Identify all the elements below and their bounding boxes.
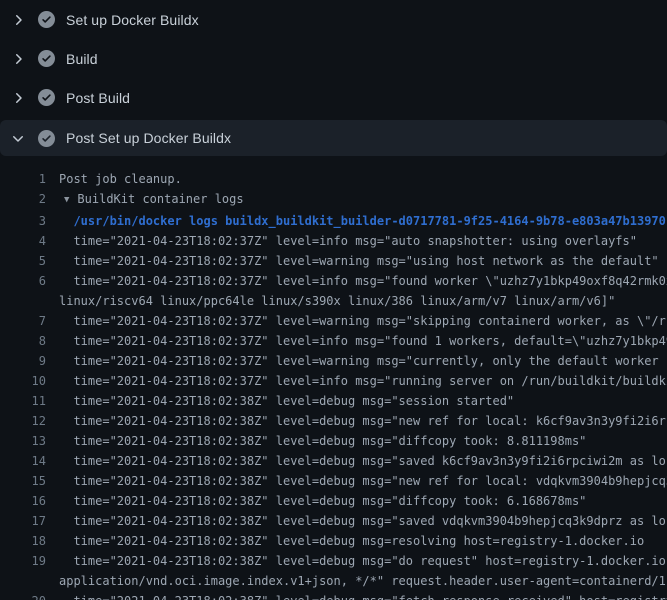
log-line: 6 time="2021-04-23T18:02:37Z" level=info… [0, 271, 667, 311]
log-line-text: time="2021-04-23T18:02:38Z" level=debug … [59, 491, 586, 511]
log-line: 7 time="2021-04-23T18:02:37Z" level=warn… [0, 311, 667, 331]
log-line-number[interactable]: 10 [0, 371, 46, 391]
log-line: 8 time="2021-04-23T18:02:37Z" level=info… [0, 331, 667, 351]
log-line-text: Post job cleanup. [59, 169, 182, 189]
log-line-number[interactable]: 9 [0, 351, 46, 371]
log-line-number[interactable]: 11 [0, 391, 46, 411]
log-line: 16 time="2021-04-23T18:02:38Z" level=deb… [0, 491, 667, 511]
log-line: 4 time="2021-04-23T18:02:37Z" level=info… [0, 231, 667, 251]
log-line-text: time="2021-04-23T18:02:37Z" level=warnin… [59, 311, 667, 331]
log-line-number[interactable]: 15 [0, 471, 46, 491]
log-line-text: time="2021-04-23T18:02:38Z" level=debug … [59, 431, 586, 451]
step-label: Build [66, 51, 98, 67]
log-line-text: time="2021-04-23T18:02:38Z" level=debug … [59, 531, 644, 551]
chevron-down-icon[interactable] [10, 130, 26, 146]
log-line-number[interactable]: 7 [0, 311, 46, 331]
log-line: 3 /usr/bin/docker logs buildx_buildkit_b… [0, 211, 667, 231]
log-line-text: time="2021-04-23T18:02:37Z" level=info m… [59, 331, 667, 351]
log-line-number[interactable]: 17 [0, 511, 46, 531]
log-line-text: time="2021-04-23T18:02:38Z" level=debug … [59, 471, 667, 491]
log-line: 18 time="2021-04-23T18:02:38Z" level=deb… [0, 531, 667, 551]
log-line-number[interactable]: 6 [0, 271, 46, 311]
log-line: 13 time="2021-04-23T18:02:38Z" level=deb… [0, 431, 667, 451]
log-line-text: /usr/bin/docker logs buildx_buildkit_bui… [59, 211, 666, 231]
log-line-text: time="2021-04-23T18:02:38Z" level=debug … [59, 511, 667, 531]
log-line: 2 ▼BuildKit container logs [0, 189, 667, 211]
log-line-number[interactable]: 18 [0, 531, 46, 551]
log-line-number[interactable]: 4 [0, 231, 46, 251]
log-line: 11 time="2021-04-23T18:02:38Z" level=deb… [0, 391, 667, 411]
step-label: Post Build [66, 90, 130, 106]
log-line: 20 time="2021-04-23T18:02:38Z" level=deb… [0, 591, 667, 600]
log-line-text: time="2021-04-23T18:02:37Z" level=info m… [59, 371, 667, 391]
log-line: 17 time="2021-04-23T18:02:38Z" level=deb… [0, 511, 667, 531]
step-row[interactable]: Post Set up Docker Buildx [0, 120, 667, 156]
log-line: 5 time="2021-04-23T18:02:37Z" level=warn… [0, 251, 667, 271]
log-line-number[interactable]: 20 [0, 591, 46, 600]
chevron-right-icon[interactable] [10, 12, 26, 28]
group-toggle-icon[interactable]: ▼ [64, 190, 69, 210]
log-line: 1 Post job cleanup. [0, 169, 667, 189]
log-line-number[interactable]: 8 [0, 331, 46, 351]
log-line-text: time="2021-04-23T18:02:38Z" level=debug … [59, 451, 667, 471]
step-row[interactable]: Build [0, 39, 667, 78]
log-viewer[interactable]: 1 Post job cleanup. 2 ▼BuildKit containe… [0, 156, 667, 600]
log-line-text: time="2021-04-23T18:02:38Z" level=debug … [59, 591, 667, 600]
step-row[interactable]: Set up Docker Buildx [0, 0, 667, 39]
log-line-number[interactable]: 19 [0, 551, 46, 591]
log-line: 10 time="2021-04-23T18:02:37Z" level=inf… [0, 371, 667, 391]
log-line: 15 time="2021-04-23T18:02:38Z" level=deb… [0, 471, 667, 491]
log-line: 9 time="2021-04-23T18:02:37Z" level=warn… [0, 351, 667, 371]
log-line-text: time="2021-04-23T18:02:38Z" level=debug … [59, 411, 667, 431]
log-line-text: time="2021-04-23T18:02:38Z" level=debug … [59, 551, 667, 591]
log-line-text: ▼BuildKit container logs [59, 189, 244, 211]
log-line-text: time="2021-04-23T18:02:37Z" level=info m… [59, 271, 667, 311]
check-circle-icon [38, 89, 55, 106]
chevron-right-icon[interactable] [10, 51, 26, 67]
log-line-number[interactable]: 1 [0, 169, 46, 189]
log-line-number[interactable]: 13 [0, 431, 46, 451]
check-circle-icon [38, 50, 55, 67]
log-line-number[interactable]: 5 [0, 251, 46, 271]
check-circle-icon [38, 11, 55, 28]
log-line-text: time="2021-04-23T18:02:37Z" level=warnin… [59, 351, 667, 371]
steps-list: Set up Docker Buildx Build Post Build [0, 0, 667, 156]
log-line: 19 time="2021-04-23T18:02:38Z" level=deb… [0, 551, 667, 591]
chevron-right-icon[interactable] [10, 90, 26, 106]
log-line-number[interactable]: 16 [0, 491, 46, 511]
step-row[interactable]: Post Build [0, 78, 667, 117]
log-line: 14 time="2021-04-23T18:02:38Z" level=deb… [0, 451, 667, 471]
log-line-number[interactable]: 14 [0, 451, 46, 471]
log-line-number[interactable]: 3 [0, 211, 46, 231]
log-line-text: time="2021-04-23T18:02:37Z" level=info m… [59, 231, 637, 251]
log-line: 12 time="2021-04-23T18:02:38Z" level=deb… [0, 411, 667, 431]
step-label: Set up Docker Buildx [66, 12, 199, 28]
log-line-text: time="2021-04-23T18:02:38Z" level=debug … [59, 391, 514, 411]
log-line-text: time="2021-04-23T18:02:37Z" level=warnin… [59, 251, 659, 271]
check-circle-icon [38, 130, 55, 147]
log-line-number[interactable]: 12 [0, 411, 46, 431]
log-line-number[interactable]: 2 [0, 189, 46, 211]
step-label: Post Set up Docker Buildx [66, 130, 231, 146]
